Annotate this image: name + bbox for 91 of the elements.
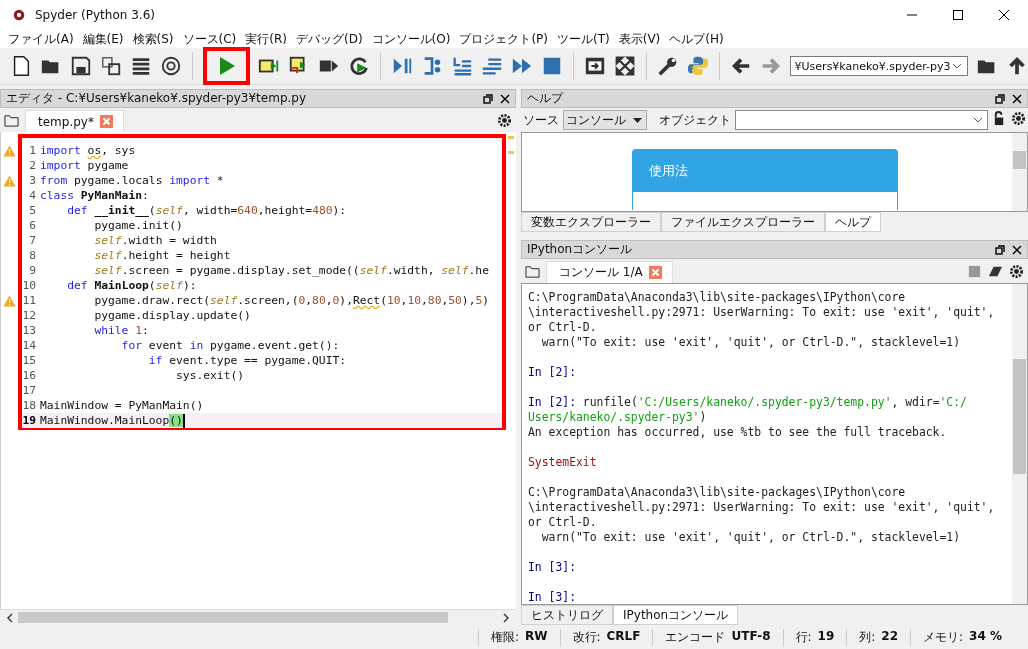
status-value: 19 [817,628,835,645]
line-number: 18 [22,399,37,412]
console-line: \interactiveshell.py:2971: UserWarning: To exit: use 'exit', 'quit', [528,500,995,515]
console-line: In [2]: [528,364,577,380]
status-label: メモリ: [923,628,964,646]
menu-item[interactable]: ツール(T) [557,30,610,48]
line-number: 6 [28,219,37,232]
pane-tab[interactable]: ヘルプ [825,212,881,232]
console-line: C:\ProgramData\Anaconda3\lib\site-packages\IPython\core [528,484,907,500]
menu-item[interactable]: 表示(V) [618,30,661,48]
console-line: warn("To exit: use 'exit', 'quit', or Ctrl-D.", stacklevel=1) [540,530,962,545]
source-dropdown[interactable]: コンソール [563,110,647,130]
console-line: or Ctrl-D. [528,515,598,530]
console-line: In [3]: [528,589,577,605]
code-line: pygame.draw.rect(self.screen,(0,80,0),Rect(10,10,80,50),5) [93,294,490,307]
line-number: 1 [28,144,37,157]
status-label: 行: [795,628,812,646]
status-value: UTF-8 [731,628,771,645]
path-combobox[interactable]: ¥Users¥kaneko¥.spyder-py3 [789,56,968,76]
code-line: import pygame [40,159,129,172]
window-title: Spyder (Python 3.6) [35,8,155,22]
code-line: if event.type == pygame.QUIT: [147,354,347,367]
console-line: In [2]: runfile('C:/Users/kaneko/.spyder-py3/temp.py', wdir='C:/ [528,394,968,410]
code-line: MainWindow = PyManMain() [40,399,204,412]
status-label: 列: [859,628,876,646]
line-number: 16 [22,369,37,382]
console-tab[interactable]: コンソール 1/A [546,261,673,283]
line-number: 10 [22,279,37,292]
card-title: 使用法 [633,150,897,192]
menu-item[interactable]: 検索(S) [132,30,174,48]
line-number: 3 [28,174,37,187]
code-line: MainWindow.MainLoop() [40,413,185,428]
object-label: オブジェクト [659,111,731,129]
line-number: 12 [22,309,37,322]
line-number: 17 [22,384,37,397]
code-line: self.width = width [93,234,217,247]
source-label: ソース [523,111,559,129]
line-number: 13 [22,324,37,337]
menu-item[interactable]: コンソール(O) [371,30,451,48]
line-number: 11 [22,294,37,307]
line-number: 4 [28,189,37,202]
pane-title: IPythonコンソール [527,241,633,258]
status-label: 改行: [572,628,601,646]
code-line: for event in pygame.event.get(): [120,339,340,352]
console-line: SystemExit [528,454,598,470]
code-line: import os, sys [40,144,136,157]
pane-title: ヘルプ [527,90,563,107]
code-line: self.screen = pygame.display.set_mode((self.width, self.he [93,264,489,277]
status-label: エンコード [665,628,726,646]
line-number: 9 [28,264,37,277]
code-line: while 1: [93,324,149,337]
pane-title: エディタ - C:¥Users¥kaneko¥.spyder-py3¥temp.py [6,90,307,107]
status-value: 22 [881,628,899,645]
line-number: 8 [28,249,37,262]
line-number: 19 [22,414,37,427]
console-line: C:\ProgramData\Anaconda3\lib\site-packages\IPython\core [528,290,907,305]
pane-tab[interactable]: ヒストリログ [521,605,613,625]
status-value: 34 % [969,628,1002,645]
pane-tab[interactable]: IPythonコンソール [613,605,739,625]
console-line: or Ctrl-D. [528,320,598,335]
code-line: self.height = height [93,249,231,262]
file-tab[interactable]: temp.py* [25,110,124,132]
menu-item[interactable]: 編集(E) [82,30,124,48]
status-value: CRLF [606,628,641,645]
line-number: 2 [28,159,37,172]
menu-item[interactable]: 実行(R) [245,30,287,48]
code-line: from pygame.locals import * [40,174,224,187]
console-line: \interactiveshell.py:2971: UserWarning: To exit: use 'exit', 'quit', [528,305,995,320]
status-label: 権限: [491,628,520,646]
menu-item[interactable]: ファイル(A) [8,30,74,48]
menu-item[interactable]: デバッグ(D) [295,30,363,48]
code-line: class PyManMain: [40,189,149,202]
pane-tab[interactable]: ファイルエクスプローラー [661,212,825,232]
menu-item[interactable]: ヘルプ(H) [669,30,724,48]
pane-tab[interactable]: 変数エクスプローラー [521,212,661,232]
status-value: RW [525,628,548,645]
console-line: warn("To exit: use 'exit', 'quit', or Ctrl-D.", stacklevel=1) [540,335,962,350]
line-number: 15 [22,354,37,367]
code-line: sys.exit() [175,369,245,382]
console-line: An exception has occurred, use %tb to see the full traceback. [528,425,948,440]
code-line: pygame.display.update() [93,309,251,322]
code-line: pygame.init() [93,219,183,232]
code-line: def __init__(self, width=640,height=480): [66,204,347,217]
line-number: 14 [22,339,37,352]
menu-item[interactable]: ソース(C) [182,30,237,48]
menu-item[interactable]: プロジェクト(P) [459,30,548,48]
code-line: def MainLoop(self): [66,279,197,292]
line-number: 7 [28,234,37,247]
console-line: Users/kaneko/.spyder-py3') [528,410,708,425]
console-line: In [3]: [528,559,577,575]
line-number: 5 [28,204,37,217]
